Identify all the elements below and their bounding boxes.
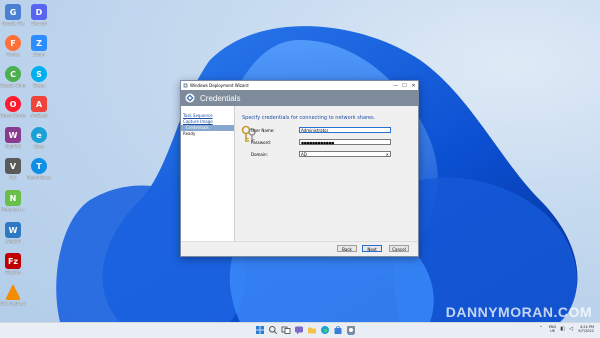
- desktop-icon-0[interactable]: G Google File: [0, 4, 26, 26]
- notepadpp-icon: N: [5, 190, 21, 206]
- page-heading: Specify credentials for connecting to ne…: [242, 115, 376, 121]
- desktop-icon-12[interactable]: N Notepad++: [0, 190, 26, 212]
- wizard-steps: Task Sequence Capture Image Credentials …: [181, 106, 235, 242]
- store-icon[interactable]: [333, 325, 343, 335]
- deployment-wizard-icon[interactable]: [346, 325, 356, 335]
- teamviewer-icon: T: [31, 158, 47, 174]
- zoom-icon: Z: [31, 35, 47, 51]
- chrome-icon: C: [5, 66, 21, 82]
- banner-title: Credentials: [200, 93, 241, 103]
- window-title: Windows Deployment Wizard: [190, 83, 249, 88]
- maximize-button[interactable]: ☐: [400, 81, 409, 90]
- start-icon[interactable]: [255, 325, 265, 335]
- desktop-icon-label: Google Chrome: [0, 83, 26, 88]
- desktop-icon-5[interactable]: S Skype: [26, 66, 52, 88]
- vlc-media-player-icon: [5, 284, 21, 300]
- language-indicator[interactable]: ENG UK: [549, 325, 557, 333]
- wizard-banner: Credentials: [181, 90, 418, 106]
- back-button[interactable]: Back: [337, 245, 357, 252]
- chevron-up-icon[interactable]: ˄: [540, 326, 545, 332]
- firefox-icon: F: [5, 35, 21, 51]
- taskbar-apps: [255, 325, 356, 335]
- desktop-icon-3[interactable]: Z Zoom: [26, 35, 52, 57]
- desktop-icon-11[interactable]: T TeamViewer: [26, 158, 52, 180]
- network-icon[interactable]: ◧: [560, 326, 565, 332]
- wizard-logo-icon: [185, 93, 195, 103]
- desktop-icon-label: Notepad++: [1, 207, 25, 212]
- domain-label: Domain:: [251, 152, 268, 157]
- domain-field[interactable]: AD ✕: [299, 151, 391, 157]
- anydesk-icon: A: [31, 96, 47, 112]
- opera-icon: O: [5, 96, 21, 112]
- wizard-app-icon: [183, 83, 188, 88]
- desktop-icon-10[interactable]: V VLC: [0, 158, 26, 180]
- taskbar: ˄ ENG UK ◧ ◁ 4:24 PM 9/7/2022: [0, 322, 600, 338]
- step-ready: Ready: [183, 131, 196, 136]
- watermark: DANNYMORAN.COM: [445, 304, 592, 320]
- desktop-icon-9[interactable]: e Edge: [26, 127, 52, 149]
- winrar-icon: W: [5, 127, 21, 143]
- wizard-footer: Back Next Cancel: [181, 241, 418, 256]
- desktop-icon-label: Discord: [31, 21, 47, 26]
- file-explorer-icon[interactable]: [307, 325, 317, 335]
- desktop-icon-label: WinSCP: [5, 239, 21, 244]
- desktop-icon-13[interactable]: W WinSCP: [0, 222, 26, 244]
- desktop-icon-6[interactable]: OOpera Browser: [0, 96, 26, 118]
- close-button[interactable]: ✕: [409, 81, 418, 90]
- desktop-icon-14[interactable]: Fz FileZilla: [0, 253, 26, 275]
- desktop-icon-8[interactable]: W WinRAR: [0, 127, 26, 149]
- deployment-wizard-window: Windows Deployment Wizard — ☐ ✕ Credenti…: [180, 80, 419, 257]
- vlc-icon: V: [5, 158, 21, 174]
- system-tray: ˄ ENG UK ◧ ◁ 4:24 PM 9/7/2022: [540, 325, 594, 333]
- user-name-label: User Name:: [251, 128, 275, 133]
- desktop-icon-label: VLC: [9, 175, 17, 180]
- desktop-icon-label: VLC media player: [0, 301, 26, 306]
- desktop-icon-label: Google File: [1, 21, 25, 26]
- password-label: Password:: [251, 140, 272, 145]
- domain-value: AD: [301, 152, 307, 157]
- edge-icon: e: [31, 127, 47, 143]
- user-name-field[interactable]: Administrator: [299, 127, 391, 133]
- desktop-icon-1[interactable]: D Discord: [26, 4, 52, 26]
- desktop-icon-7[interactable]: A AnyDesk: [26, 96, 52, 118]
- task-view-icon[interactable]: [281, 325, 291, 335]
- cancel-button[interactable]: Cancel: [389, 245, 409, 252]
- desktop-icon-label: Firefox: [6, 52, 20, 57]
- desktop-icon-label: AnyDesk: [30, 113, 48, 118]
- desktop-icon-label: Edge: [33, 144, 45, 149]
- winscp-icon: W: [5, 222, 21, 238]
- skype-icon: S: [31, 66, 47, 82]
- chat-icon[interactable]: [294, 325, 304, 335]
- clock-date: 9/7/2022: [578, 329, 594, 333]
- desktop-icon-label: TeamViewer: [26, 175, 52, 180]
- desktop-icon-15[interactable]: VLC media player: [0, 284, 26, 306]
- clock[interactable]: 4:24 PM 9/7/2022: [578, 325, 594, 333]
- volume-icon[interactable]: ◁: [569, 326, 574, 332]
- desktop-icon-2[interactable]: F Firefox: [0, 35, 26, 57]
- desktop-icon-4[interactable]: CGoogle Chrome: [0, 66, 26, 88]
- edge-icon[interactable]: [320, 325, 330, 335]
- minimize-button[interactable]: —: [391, 81, 400, 90]
- next-button[interactable]: Next: [362, 245, 382, 252]
- language-region: UK: [550, 329, 555, 333]
- password-field[interactable]: ●●●●●●●●●●●●: [299, 139, 391, 145]
- clear-icon[interactable]: ✕: [386, 152, 389, 158]
- filezilla-icon: Fz: [5, 253, 21, 269]
- desktop-icon-label: Zoom: [33, 52, 45, 57]
- desktop-icon-label: Opera Browser: [0, 113, 26, 118]
- title-bar[interactable]: Windows Deployment Wizard — ☐ ✕: [181, 81, 418, 90]
- desktop-icon-label: Skype: [32, 83, 46, 88]
- wizard-content: Specify credentials for connecting to ne…: [236, 106, 418, 242]
- desktop-icon-label: FileZilla: [5, 270, 21, 275]
- desktop-icon-label: WinRAR: [5, 144, 21, 149]
- discord-icon: D: [31, 4, 47, 20]
- google-file-icon: G: [5, 4, 21, 20]
- search-icon[interactable]: [268, 325, 278, 335]
